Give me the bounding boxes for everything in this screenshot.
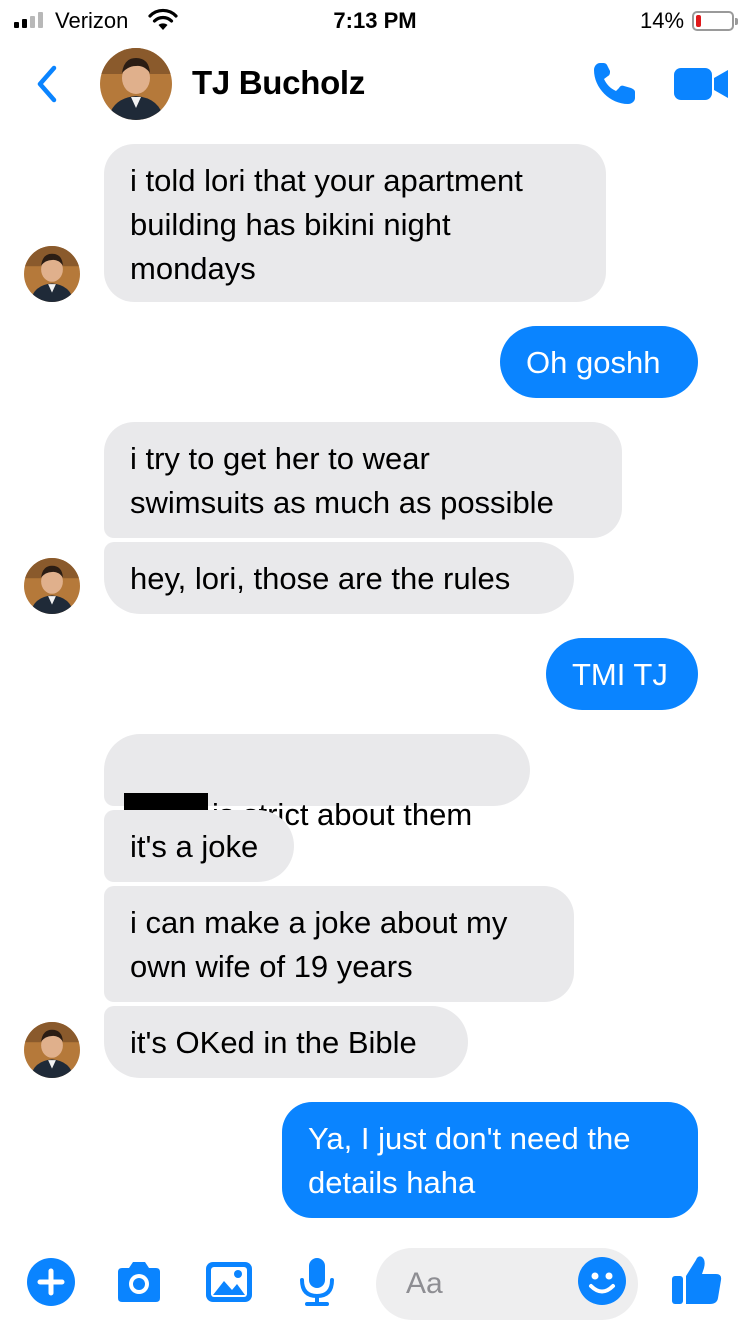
sender-avatar bbox=[24, 246, 80, 302]
smiley-icon[interactable] bbox=[576, 1255, 628, 1307]
microphone-icon[interactable] bbox=[292, 1256, 342, 1308]
contact-avatar[interactable] bbox=[100, 48, 172, 120]
image-icon[interactable] bbox=[204, 1256, 254, 1308]
battery-icon bbox=[692, 11, 738, 31]
camera-icon[interactable] bbox=[114, 1256, 164, 1308]
status-bar: Verizon 7:13 PM 14% bbox=[0, 0, 750, 40]
message-bubble-outgoing[interactable]: Ya, I just don't need the details haha bbox=[282, 1102, 698, 1218]
message-bubble-incoming[interactable]: hey, lori, those are the rules bbox=[104, 542, 574, 614]
phone-icon[interactable] bbox=[588, 58, 640, 110]
thumbs-up-icon[interactable] bbox=[668, 1252, 724, 1308]
conversation-header: TJ Bucholz bbox=[0, 40, 750, 130]
contact-name[interactable]: TJ Bucholz bbox=[192, 64, 365, 102]
sender-avatar bbox=[24, 1022, 80, 1078]
battery-percent: 14% bbox=[640, 8, 685, 33]
message-bubble-incoming[interactable]: is strict about them bbox=[104, 734, 530, 833]
plus-icon[interactable] bbox=[26, 1256, 76, 1308]
back-chevron-icon[interactable] bbox=[30, 62, 66, 106]
status-time: 7:13 PM bbox=[333, 8, 417, 33]
message-bubble-outgoing[interactable]: Oh goshh bbox=[500, 326, 698, 398]
message-input[interactable] bbox=[406, 1266, 566, 1302]
battery-level bbox=[696, 15, 701, 27]
message-bubble-incoming[interactable]: i can make a joke about my own wife of 1… bbox=[104, 886, 574, 1002]
message-bubble-incoming[interactable]: it's a joke bbox=[104, 810, 294, 882]
message-bubble-incoming[interactable]: i told lori that your apartment building… bbox=[104, 144, 606, 302]
message-bubble-outgoing[interactable]: TMI TJ bbox=[546, 638, 698, 710]
message-composer bbox=[0, 1230, 750, 1334]
video-camera-icon[interactable] bbox=[672, 64, 730, 104]
message-bubble-incoming[interactable]: it's OKed in the Bible bbox=[104, 1006, 468, 1078]
sender-avatar bbox=[24, 558, 80, 614]
message-thread[interactable]: i told lori that your apartment building… bbox=[0, 130, 750, 1230]
message-bubble-incoming[interactable]: i try to get her to wear swimsuits as mu… bbox=[104, 422, 622, 538]
